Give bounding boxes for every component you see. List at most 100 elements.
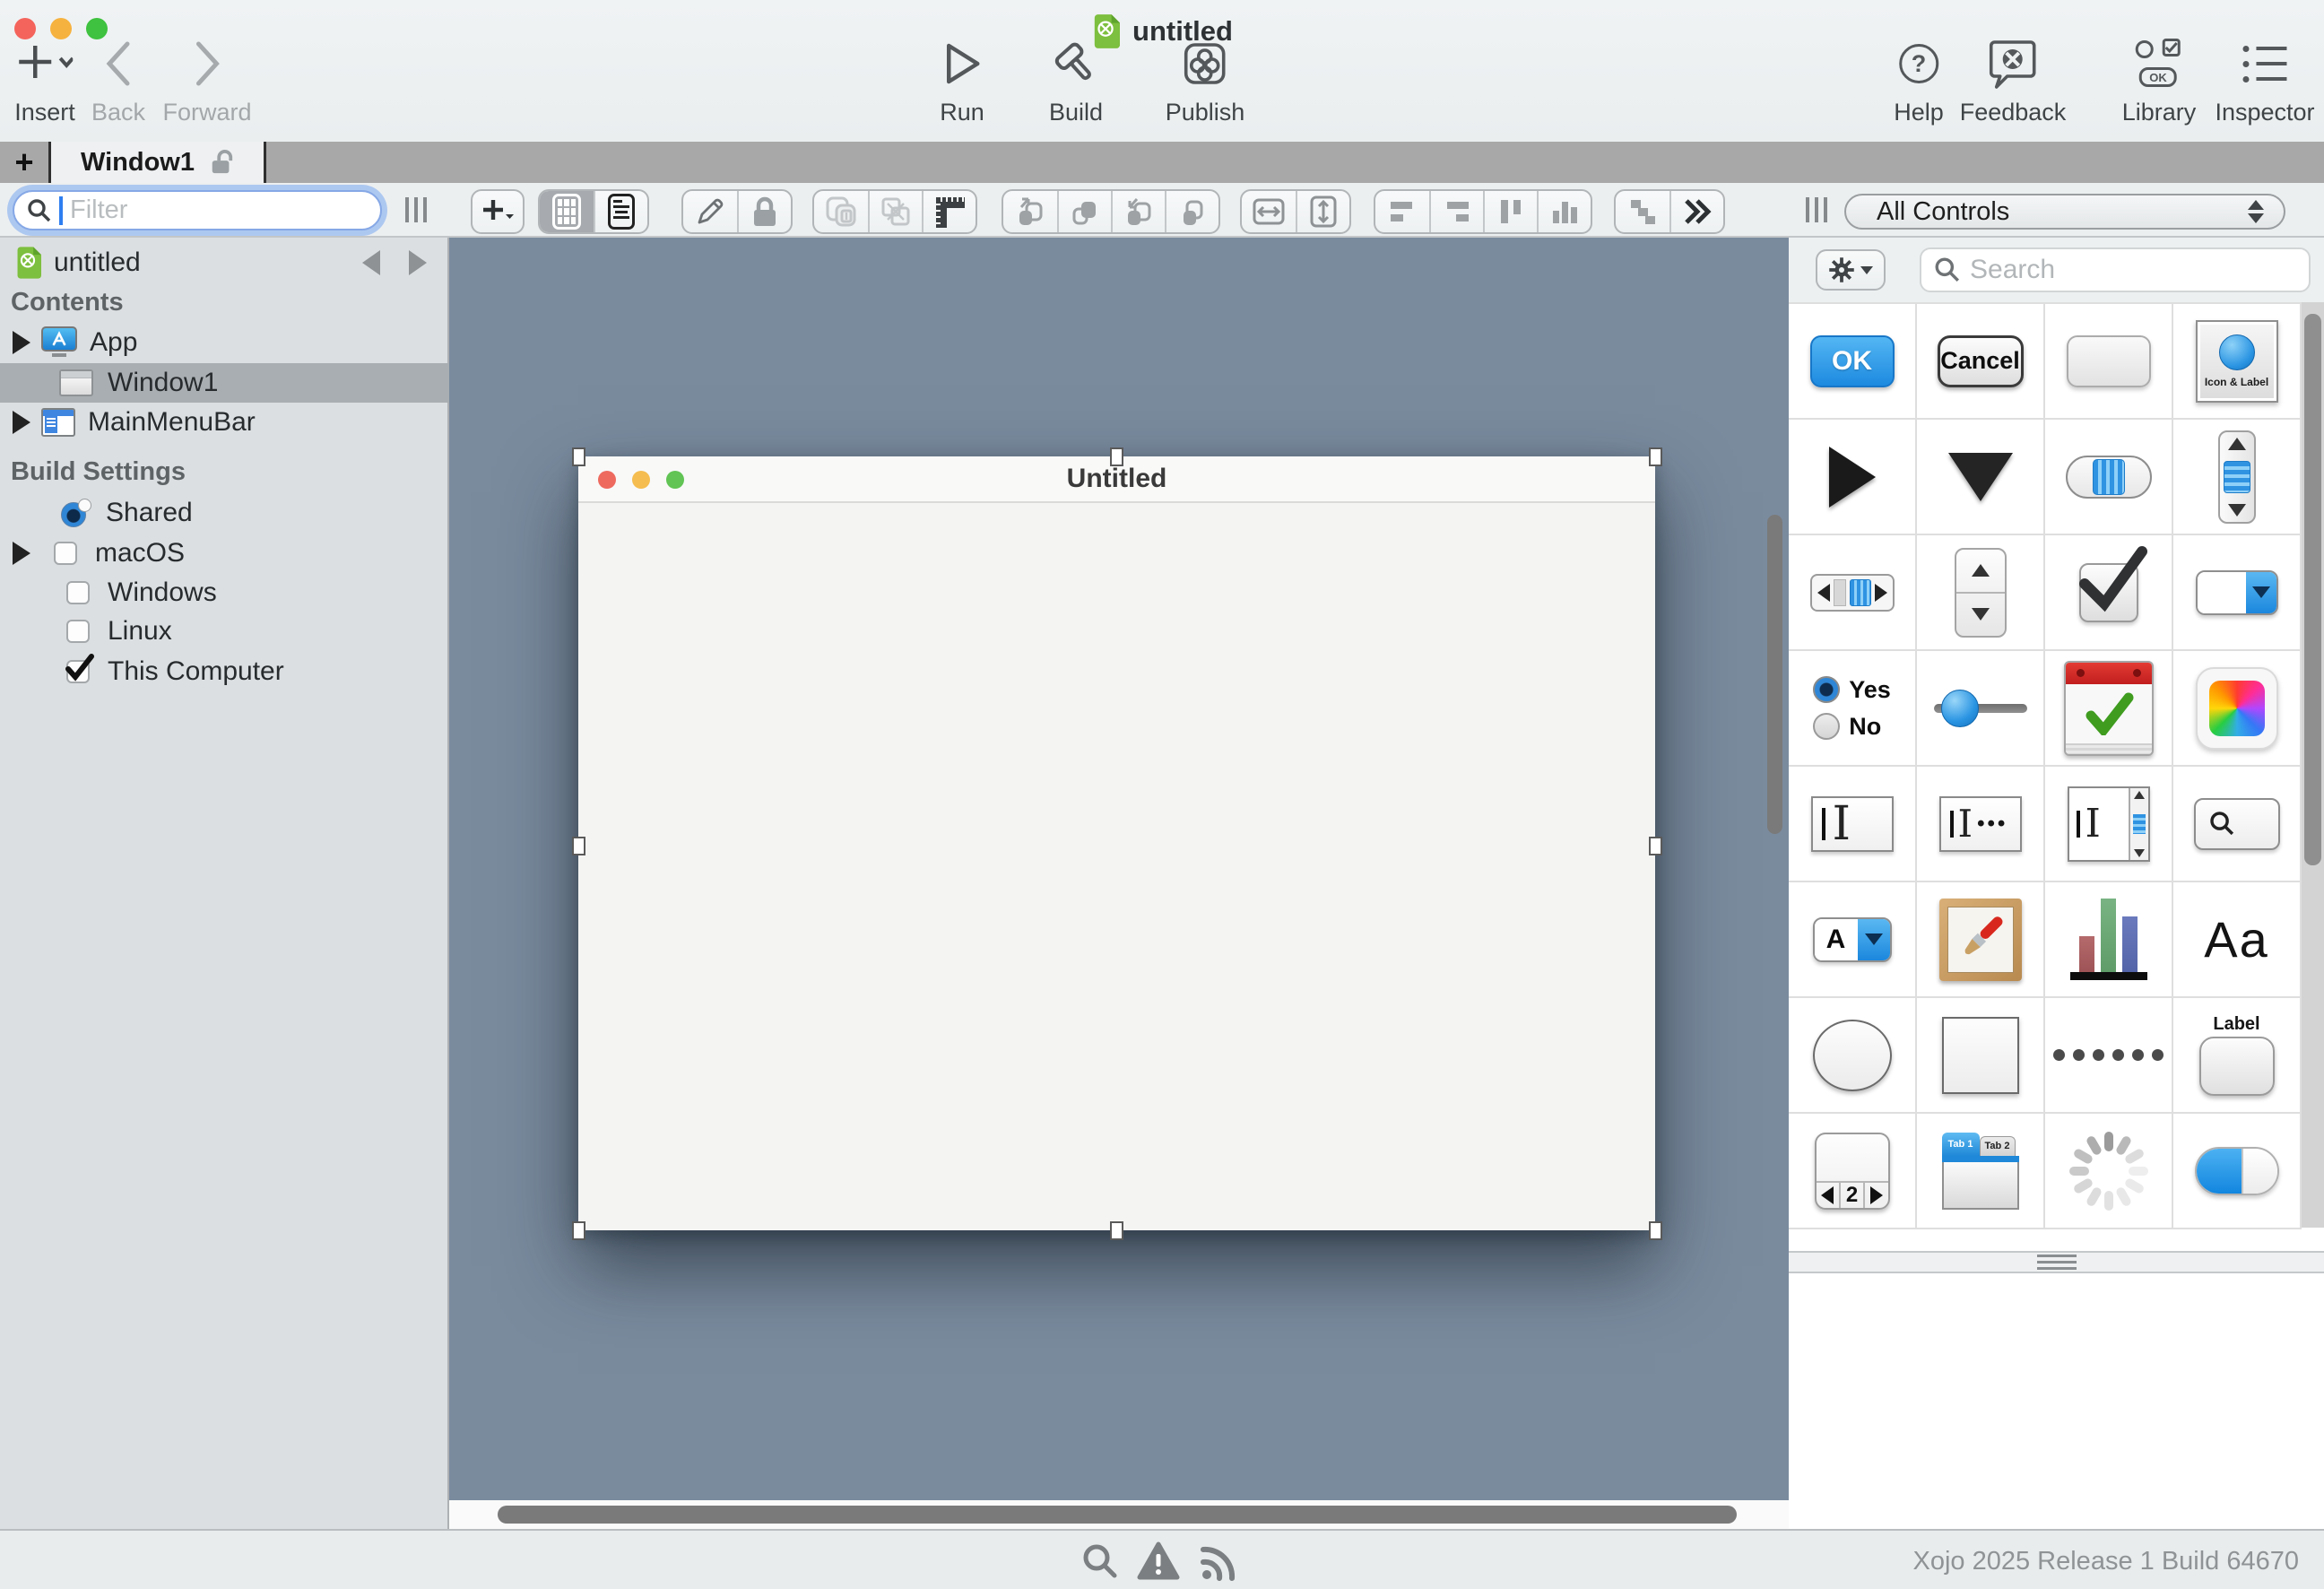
library-item-bevel-button[interactable]: Icon & Label [2173, 304, 2302, 420]
help-button[interactable]: ? Help [1894, 34, 1944, 126]
lock-button[interactable] [737, 191, 791, 232]
align-left-button[interactable] [1375, 191, 1429, 232]
windows-checkbox[interactable] [66, 581, 90, 604]
resize-handle-nw[interactable] [572, 447, 585, 466]
library-item-vertical-scrollbar[interactable] [2173, 420, 2302, 535]
library-item-radio-group[interactable]: Yes No [1789, 651, 1917, 767]
linux-checkbox[interactable] [66, 620, 90, 643]
library-item-datetime-picker[interactable] [2045, 651, 2173, 767]
library-item-horizontal-scroller[interactable] [1789, 535, 1917, 651]
convert-button[interactable] [868, 191, 922, 232]
library-item-rectangle[interactable] [1917, 998, 2045, 1114]
run-button[interactable]: Run [940, 34, 984, 126]
library-item-color-picker[interactable] [2173, 651, 2302, 767]
library-item-chart[interactable] [2045, 882, 2173, 998]
build-button[interactable]: Build [1049, 34, 1103, 126]
fit-width-button[interactable] [1242, 191, 1296, 232]
feed-button[interactable] [1199, 1541, 1240, 1585]
back-button[interactable]: Back [91, 34, 145, 126]
disclosure-triangle-icon[interactable] [13, 542, 30, 565]
sidebar-item-linux[interactable]: Linux [0, 612, 449, 651]
inspector-button[interactable]: Inspector [2215, 34, 2314, 126]
library-item-popup-menu[interactable]: A [1789, 882, 1917, 998]
publish-button[interactable]: Publish [1166, 34, 1245, 126]
find-button[interactable] [1080, 1541, 1120, 1585]
sidebar-item-shared[interactable]: Shared [0, 493, 449, 533]
library-settings-button[interactable] [1816, 249, 1886, 291]
duplicate-button[interactable] [814, 191, 868, 232]
more-tools-chevrons-icon[interactable] [1669, 191, 1723, 232]
bring-to-front-button[interactable] [1003, 191, 1057, 232]
resize-handle-s[interactable] [1110, 1221, 1123, 1240]
code-view-button[interactable] [594, 191, 647, 232]
library-item-progress-wheel[interactable] [2045, 1114, 2173, 1229]
library-pane-splitter[interactable] [1789, 1251, 2324, 1273]
project-row[interactable]: untitled [0, 243, 449, 282]
history-back-icon[interactable] [362, 250, 380, 275]
canvas-vertical-scrollbar[interactable] [1767, 515, 1782, 834]
layout-view-button[interactable] [540, 191, 594, 232]
new-tab-button[interactable]: + [0, 142, 51, 183]
layout-editor-canvas[interactable]: Untitled [449, 238, 1789, 1529]
library-item-text-field[interactable]: I [1789, 767, 1917, 882]
library-item-group-box[interactable]: Label [2173, 998, 2302, 1114]
sidebar-resize-handle[interactable] [405, 197, 427, 222]
warnings-button[interactable] [1137, 1541, 1180, 1585]
library-item-disclosure-triangle[interactable] [1789, 420, 1917, 535]
library-button[interactable]: OK Library [2122, 34, 2197, 126]
library-item-push-button[interactable] [2045, 304, 2173, 420]
sidebar-item-window1[interactable]: Window1 [0, 363, 449, 403]
insert-button[interactable]: Insert [14, 34, 75, 126]
forward-button[interactable]: Forward [162, 34, 251, 126]
design-window[interactable]: Untitled [578, 456, 1655, 1230]
library-item-oval[interactable] [1789, 998, 1917, 1114]
macos-checkbox[interactable] [54, 542, 77, 565]
library-resize-handle[interactable] [1806, 197, 1827, 222]
sidebar-item-macos[interactable]: macOS [0, 534, 449, 573]
library-item-search-field[interactable] [2173, 767, 2302, 882]
library-item-text-area[interactable]: I [2045, 767, 2173, 882]
disclosure-triangle-icon[interactable] [13, 411, 30, 434]
align-right-button[interactable] [1429, 191, 1483, 232]
bring-forward-button[interactable] [1057, 191, 1111, 232]
library-item-tab-panel[interactable]: Tab 1Tab 2 [1917, 1114, 2045, 1229]
library-item-checkbox[interactable] [2045, 535, 2173, 651]
history-forward-icon[interactable] [409, 250, 427, 275]
library-item-popup-arrow[interactable] [1917, 420, 2045, 535]
library-category-popup[interactable]: All Controls [1844, 194, 2285, 230]
library-item-slider[interactable] [1917, 651, 2045, 767]
library-item-combobox[interactable] [2173, 535, 2302, 651]
align-bottom-button[interactable] [1537, 191, 1591, 232]
canvas-horizontal-scrollbar[interactable] [498, 1506, 1737, 1524]
library-item-default-button[interactable]: OK [1789, 304, 1917, 420]
sidebar-item-this-computer[interactable]: This Computer [0, 652, 449, 691]
disclosure-triangle-icon[interactable] [13, 331, 30, 354]
measure-ruler-button[interactable] [922, 191, 976, 232]
sidebar-item-mainmenubar[interactable]: MainMenuBar [0, 403, 449, 442]
distribute-button[interactable] [1616, 191, 1669, 232]
library-item-updown-arrows[interactable] [1917, 535, 2045, 651]
library-item-label[interactable]: Aa [2173, 882, 2302, 998]
resize-handle-sw[interactable] [572, 1221, 585, 1240]
library-search-field[interactable] [1920, 247, 2311, 292]
this-computer-checkbox[interactable] [66, 660, 90, 683]
navigator-filter-field[interactable] [13, 190, 382, 230]
library-item-separator[interactable] [2045, 998, 2173, 1114]
feedback-button[interactable]: Feedback [1960, 34, 2067, 126]
fit-height-button[interactable] [1296, 191, 1349, 232]
resize-handle-e[interactable] [1649, 837, 1662, 855]
tab-window1[interactable]: Window1 [51, 142, 266, 183]
library-item-password-field[interactable]: I••• [1917, 767, 2045, 882]
resize-handle-w[interactable] [572, 837, 585, 855]
library-item-canvas[interactable] [1917, 882, 2045, 998]
add-item-menu-button[interactable] [471, 189, 525, 234]
resize-handle-ne[interactable] [1649, 447, 1662, 466]
library-scrollbar-thumb[interactable] [2304, 314, 2321, 865]
edit-pencil-button[interactable] [683, 191, 737, 232]
canvas-hscroll-track[interactable] [449, 1500, 1789, 1529]
library-item-switch[interactable] [2173, 1114, 2302, 1229]
library-item-horizontal-scrollbar[interactable] [2045, 420, 2173, 535]
filter-input[interactable] [70, 195, 339, 225]
sidebar-item-windows[interactable]: Windows [0, 573, 449, 612]
sidebar-item-app[interactable]: App [0, 323, 449, 362]
